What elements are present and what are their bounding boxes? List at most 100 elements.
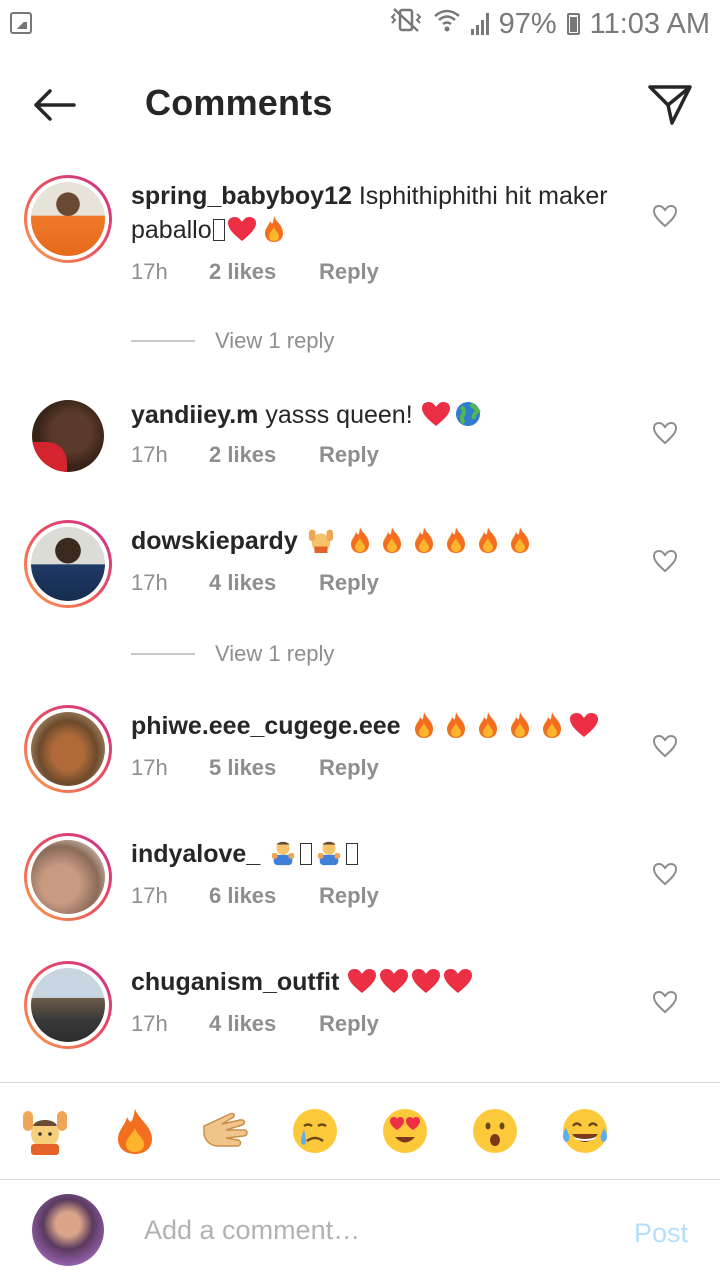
comment-likes[interactable]: 5 likes xyxy=(209,755,319,781)
comment-username[interactable]: dowskiepardy xyxy=(131,527,298,555)
heart-outline-icon xyxy=(652,421,678,445)
comment-time: 17h xyxy=(131,1011,168,1036)
comment-meta: 17h 2 likes Reply xyxy=(131,259,379,285)
comment-username[interactable]: yandiiey.m xyxy=(131,401,258,429)
red-heart-icon xyxy=(569,713,598,737)
view-replies-button[interactable]: View 1 reply xyxy=(131,328,334,354)
vibrate-mute-icon xyxy=(389,7,423,41)
red-heart-icon xyxy=(227,217,256,241)
post-button[interactable]: Post xyxy=(634,1218,688,1249)
comment-likes[interactable]: 4 likes xyxy=(209,1011,319,1037)
fire-icon xyxy=(510,527,529,553)
status-bar: 97% 11:03 AM xyxy=(0,0,720,48)
paper-plane-icon xyxy=(648,85,692,125)
crying-face-icon[interactable] xyxy=(290,1106,340,1156)
wifi-icon xyxy=(433,7,461,41)
comment-likes[interactable]: 4 likes xyxy=(209,570,319,596)
fire-icon xyxy=(446,712,465,738)
comment-text: dowskiepardy xyxy=(131,524,631,558)
comment-likes[interactable]: 2 likes xyxy=(209,442,319,468)
share-button[interactable] xyxy=(640,78,700,132)
fire-icon xyxy=(382,527,401,553)
red-heart-icon xyxy=(380,969,409,993)
red-heart-icon xyxy=(444,969,473,993)
comment-text: chuganism_outfit xyxy=(131,965,631,999)
fire-icon xyxy=(478,712,497,738)
reply-button[interactable]: Reply xyxy=(319,259,379,285)
raising-hands-icon[interactable] xyxy=(20,1106,70,1156)
comment-username[interactable]: spring_babyboy12 xyxy=(131,182,352,210)
replies-divider xyxy=(131,340,195,342)
globe-icon xyxy=(455,402,481,426)
fire-icon xyxy=(264,216,283,242)
reply-button[interactable]: Reply xyxy=(319,755,379,781)
like-button[interactable] xyxy=(650,201,680,231)
header: Comments xyxy=(0,60,720,150)
comment-likes[interactable]: 6 likes xyxy=(209,883,319,909)
comment-text: phiwe.eee_cugege.eee xyxy=(131,709,631,743)
like-button[interactable] xyxy=(650,987,680,1017)
unknown-glyph xyxy=(346,843,359,865)
fire-icon xyxy=(414,527,433,553)
avatar[interactable] xyxy=(24,175,112,263)
view-replies-label: View 1 reply xyxy=(215,641,335,666)
view-replies-button[interactable]: View 1 reply xyxy=(131,641,334,667)
fire-icon xyxy=(350,527,369,553)
reply-button[interactable]: Reply xyxy=(319,570,379,596)
comment-time: 17h xyxy=(131,755,168,780)
like-button[interactable] xyxy=(650,546,680,576)
red-heart-icon xyxy=(412,969,441,993)
fire-icon xyxy=(542,712,561,738)
heart-outline-icon xyxy=(652,734,678,758)
heart-outline-icon xyxy=(652,549,678,573)
raising-hands-icon xyxy=(308,529,333,553)
comment-time: 17h xyxy=(131,259,168,284)
reply-button[interactable]: Reply xyxy=(319,442,379,468)
fire-icon[interactable] xyxy=(110,1106,160,1156)
comment-time: 17h xyxy=(131,883,168,908)
comment-likes[interactable]: 2 likes xyxy=(209,259,319,285)
fire-icon xyxy=(478,527,497,553)
page-title: Comments xyxy=(145,82,333,123)
tears-of-joy-icon[interactable] xyxy=(560,1106,610,1156)
comment-username[interactable]: indyalove_ xyxy=(131,840,260,868)
comment-username[interactable]: phiwe.eee_cugege.eee xyxy=(131,712,401,740)
cellular-signal-icon xyxy=(470,13,489,35)
battery-icon xyxy=(566,13,580,35)
comment-meta: 17h 2 likes Reply xyxy=(131,442,379,468)
comment-meta: 17h 6 likes Reply xyxy=(131,883,379,909)
comment-message: yasss queen! xyxy=(265,401,413,429)
comment-time: 17h xyxy=(131,570,168,595)
comment-meta: 17h 5 likes Reply xyxy=(131,755,379,781)
avatar[interactable] xyxy=(24,833,112,921)
replies-divider xyxy=(131,653,195,655)
current-user-avatar xyxy=(32,1194,104,1266)
like-button[interactable] xyxy=(650,731,680,761)
comment-time: 17h xyxy=(131,442,168,467)
clapping-hands-icon[interactable] xyxy=(200,1106,250,1156)
comment-username[interactable]: chuganism_outfit xyxy=(131,968,339,996)
heart-outline-icon xyxy=(652,862,678,886)
surprised-face-icon[interactable] xyxy=(470,1106,520,1156)
unknown-glyph xyxy=(212,219,225,241)
heart-eyes-icon[interactable] xyxy=(380,1106,430,1156)
gallery-notification-icon xyxy=(10,12,32,34)
comment-text: spring_babyboy12 Isphithiphithi hit make… xyxy=(131,179,631,247)
like-button[interactable] xyxy=(650,859,680,889)
avatar[interactable] xyxy=(24,705,112,793)
clock: 11:03 AM xyxy=(589,7,710,40)
like-button[interactable] xyxy=(650,418,680,448)
avatar[interactable] xyxy=(24,520,112,608)
avatar[interactable] xyxy=(24,961,112,1049)
quick-emoji-bar xyxy=(0,1094,720,1170)
arrow-left-icon xyxy=(34,89,76,121)
fire-icon xyxy=(414,712,433,738)
fire-icon xyxy=(446,527,465,553)
comment-input[interactable] xyxy=(144,1208,604,1252)
avatar[interactable] xyxy=(32,400,104,472)
back-button[interactable] xyxy=(24,78,84,132)
red-heart-icon xyxy=(348,969,377,993)
person-gesturing-icon xyxy=(318,841,341,866)
reply-button[interactable]: Reply xyxy=(319,1011,379,1037)
reply-button[interactable]: Reply xyxy=(319,883,379,909)
